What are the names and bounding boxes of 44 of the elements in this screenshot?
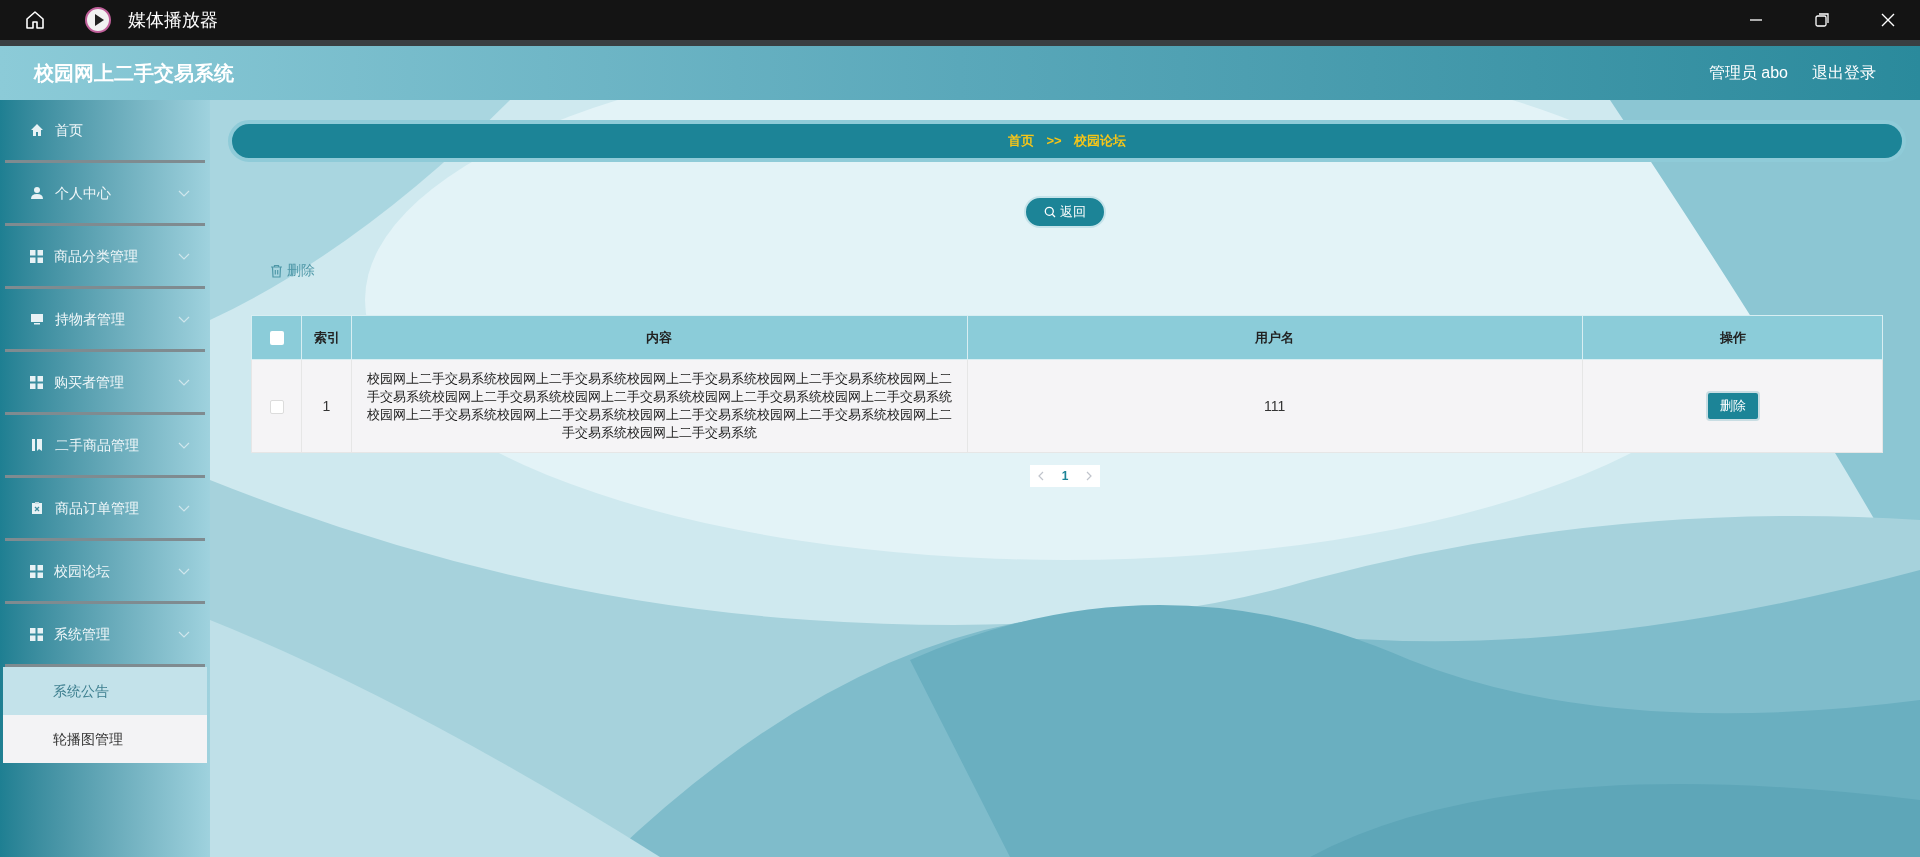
- window-title: 媒体播放器: [128, 8, 218, 32]
- column-header: 用户名: [967, 315, 1583, 360]
- submenu-item[interactable]: 轮播图管理: [3, 715, 207, 763]
- sidebar-item[interactable]: 个人中心: [5, 163, 205, 226]
- home-icon[interactable]: [24, 9, 46, 31]
- book-icon: [30, 438, 44, 452]
- monitor-icon: [30, 312, 44, 326]
- grid-icon: [30, 627, 43, 641]
- user-label: 管理员 abo: [1708, 63, 1788, 83]
- breadcrumb-link[interactable]: 首页: [1008, 131, 1035, 151]
- breadcrumb-separator: >>: [1046, 132, 1062, 151]
- delete-button[interactable]: 删除: [1705, 391, 1760, 421]
- submenu-item[interactable]: 系统公告: [3, 667, 207, 715]
- sidebar-item[interactable]: 校园论坛: [5, 541, 205, 604]
- grid-icon: [30, 249, 43, 263]
- delete-button[interactable]: 删除: [270, 260, 315, 281]
- sidebar-item[interactable]: 商品分类管理: [5, 226, 205, 289]
- table-cell: 校园网上二手交易系统校园网上二手交易系统校园网上二手交易系统校园网上二手交易系统校园网上二手交易系统校园网上二手交易系统校园网上二手交易系统校园网上二手交易系统校园网上二手交易系统校园网上二手交易系统校园网上二手交易系统校园网上二手交易系统校园网上二手交易系统校园网上二手交易系统校园网上二手交易系统: [351, 359, 967, 453]
- home-icon: [30, 123, 44, 137]
- column-header: 内容: [351, 315, 967, 360]
- row-checkbox[interactable]: [269, 399, 284, 414]
- sidebar-item[interactable]: 持物者管理: [5, 289, 205, 352]
- back-button[interactable]: 返回: [1024, 196, 1106, 228]
- table-cell: 1: [301, 359, 352, 453]
- close-icon[interactable]: [1880, 12, 1896, 28]
- system-title: 校园网上二手交易系统: [34, 61, 234, 86]
- column-header: 索引: [301, 315, 352, 360]
- sidebar-item[interactable]: 购买者管理: [5, 352, 205, 415]
- breadcrumb-current: 校园论坛: [1073, 132, 1126, 151]
- user-icon: [30, 186, 44, 200]
- logout-link[interactable]: 退出登录: [1812, 61, 1876, 85]
- table-cell: 111: [967, 359, 1583, 453]
- search-icon: [1044, 206, 1056, 218]
- clipboard-icon: [30, 501, 44, 515]
- play-icon: [84, 6, 112, 34]
- select-all-checkbox[interactable]: [269, 331, 284, 346]
- trash-icon: [270, 263, 283, 278]
- sidebar-item[interactable]: 二手商品管理: [5, 415, 205, 478]
- grid-icon: [30, 564, 43, 578]
- sidebar-item[interactable]: 商品订单管理: [5, 478, 205, 541]
- restore-icon[interactable]: [1814, 12, 1830, 28]
- sidebar-item[interactable]: 首页: [5, 100, 205, 163]
- column-header: 操作: [1582, 315, 1883, 360]
- grid-icon: [30, 375, 43, 389]
